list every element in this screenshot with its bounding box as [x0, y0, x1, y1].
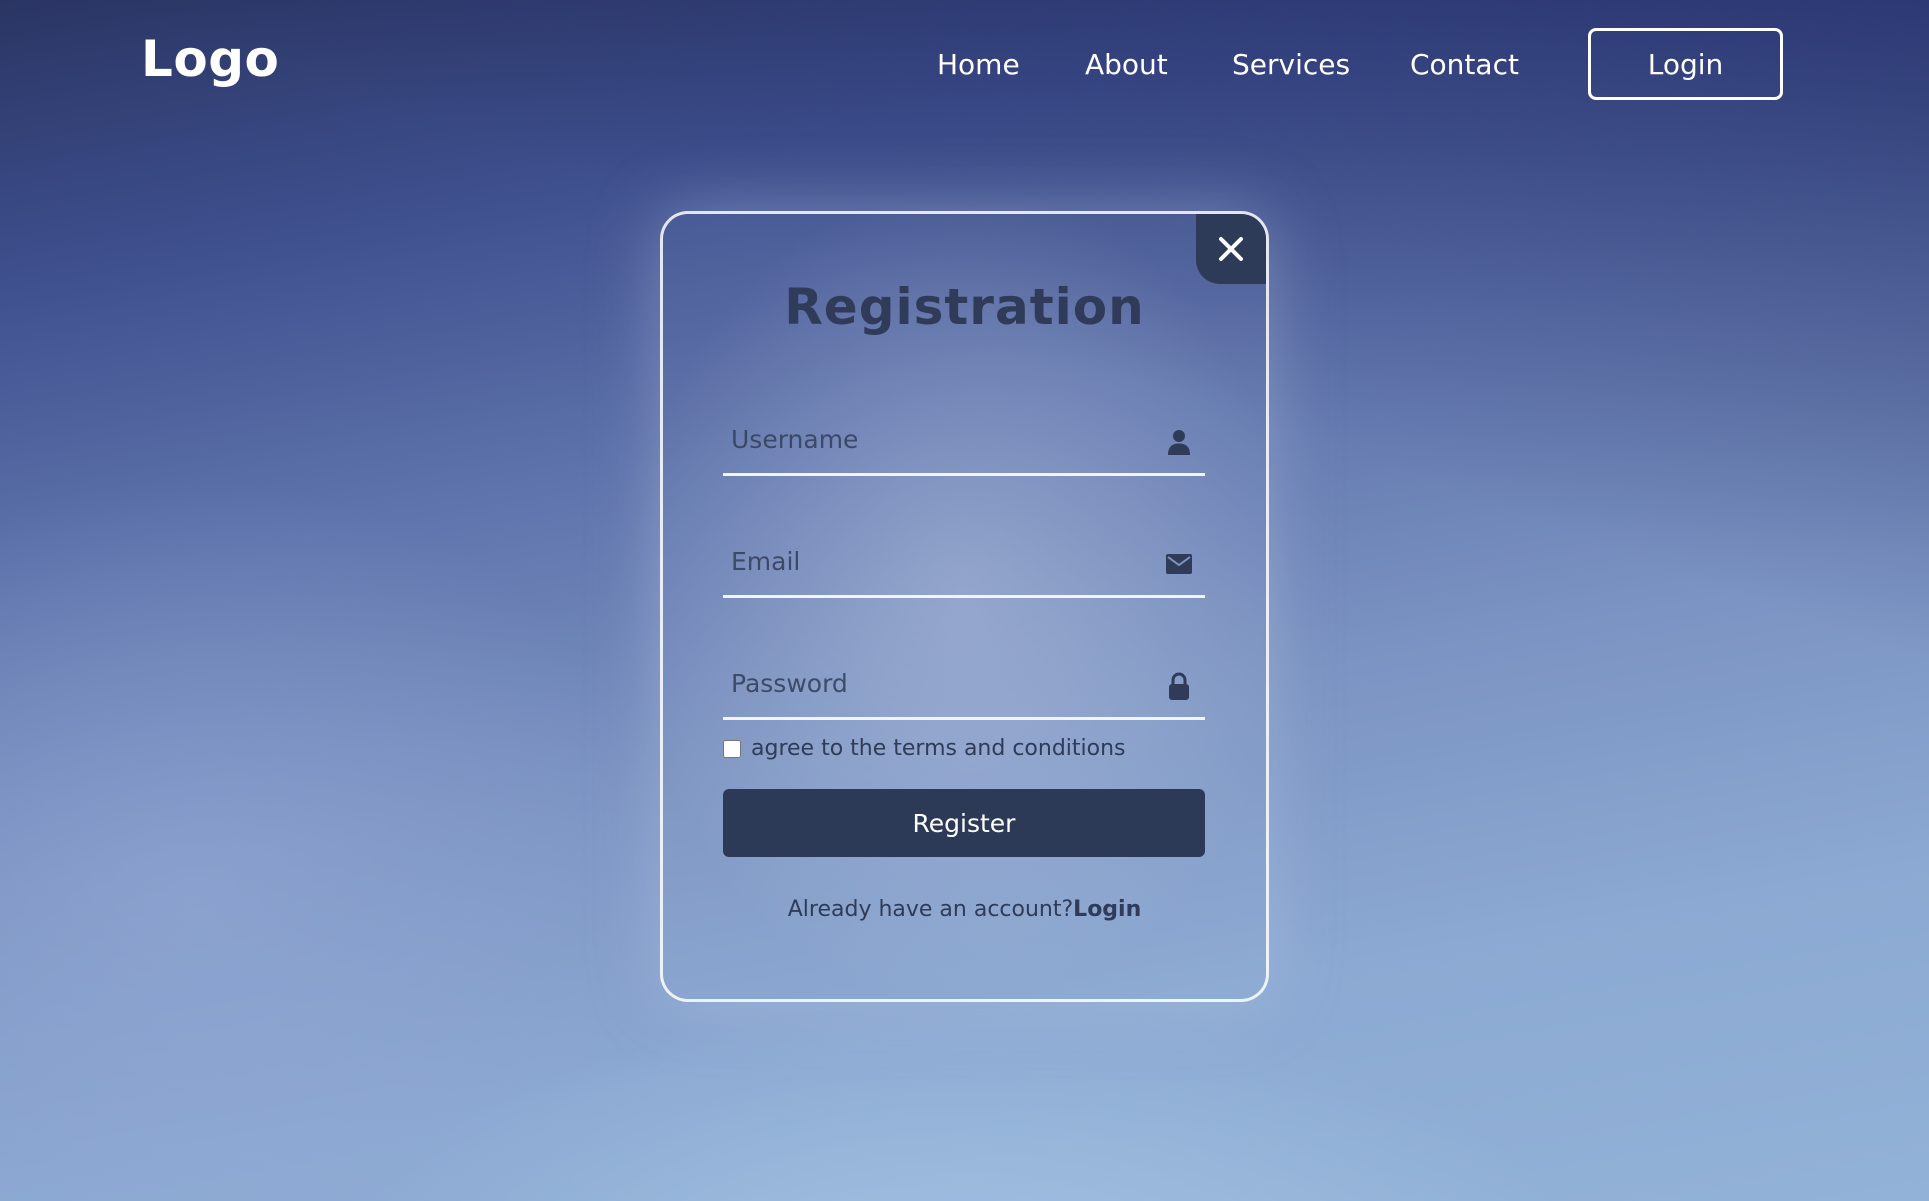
nav-link-contact[interactable]: Contact [1410, 48, 1519, 81]
close-icon [1219, 237, 1243, 261]
register-button[interactable]: Register [723, 789, 1205, 857]
user-icon [1165, 428, 1193, 456]
logo[interactable]: Logo [141, 30, 279, 88]
nav-link-about[interactable]: About [1085, 48, 1168, 81]
terms-label: agree to the terms and conditions [751, 736, 1126, 761]
top-navigation: Logo Home About Services Contact Login [0, 0, 1929, 132]
email-field [723, 528, 1205, 598]
login-link[interactable]: Login [1073, 897, 1141, 922]
lock-icon [1165, 672, 1193, 700]
nav-link-home[interactable]: Home [937, 48, 1020, 81]
close-button[interactable] [1196, 214, 1266, 284]
nav-link-services[interactable]: Services [1232, 48, 1350, 81]
username-input[interactable] [723, 406, 1151, 472]
login-prompt: Already have an account?Login [663, 897, 1266, 922]
terms-row[interactable]: agree to the terms and conditions [723, 736, 1126, 761]
header-login-button[interactable]: Login [1588, 28, 1783, 100]
registration-title: Registration [784, 278, 1145, 336]
account-prompt-text: Already have an account? [787, 897, 1074, 922]
envelope-icon [1165, 550, 1193, 578]
password-field [723, 650, 1205, 720]
terms-checkbox[interactable] [723, 739, 741, 758]
username-field [723, 406, 1205, 476]
registration-card: Registration agree to the [660, 211, 1269, 1002]
password-input[interactable] [723, 650, 1151, 716]
email-input[interactable] [723, 528, 1151, 594]
